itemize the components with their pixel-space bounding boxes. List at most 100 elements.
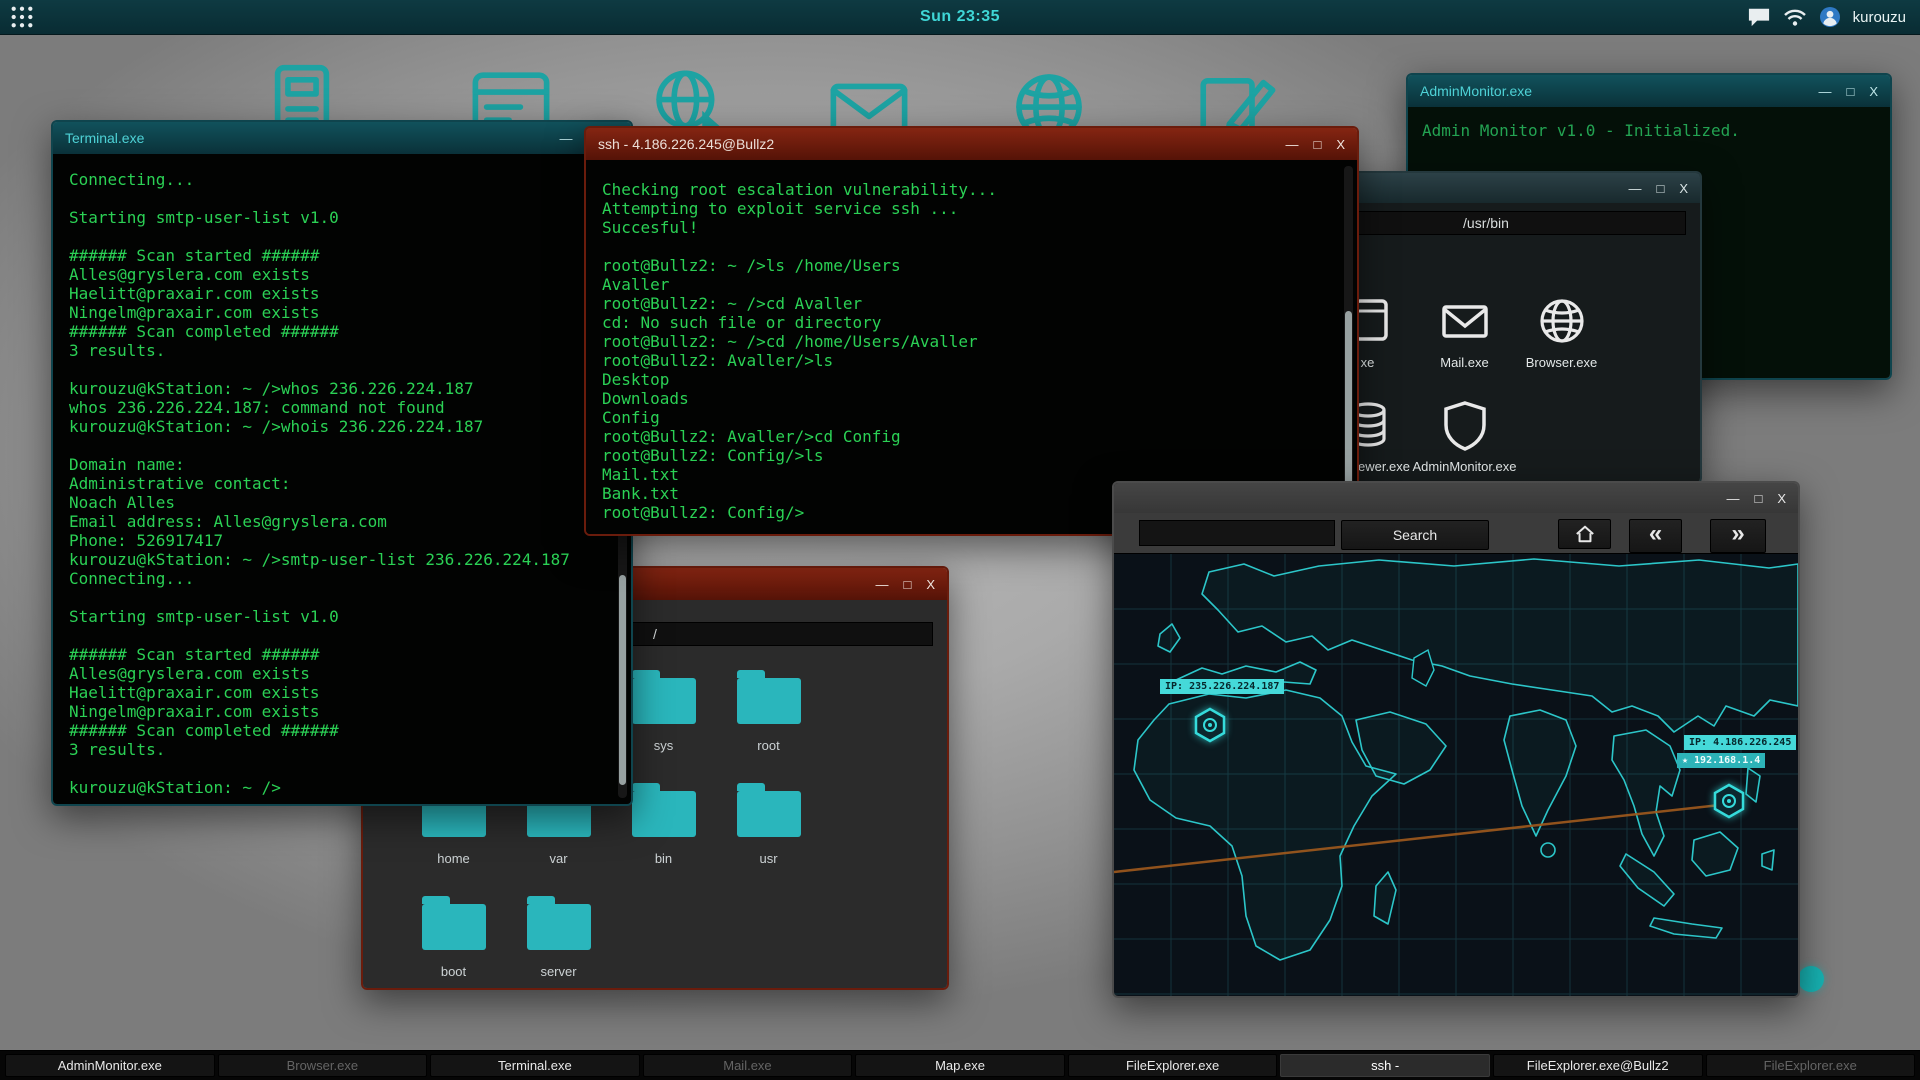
terminal-line: Desktop [602,370,1341,389]
terminal-line: 3 results. [69,740,615,759]
minimize-button[interactable]: — [1818,85,1831,98]
terminal-line: Attempting to exploit service ssh ... [602,199,1341,218]
map-view[interactable]: IP: 235.226.224.187 IP: 4.186.226.245 ★ … [1114,553,1798,996]
status-dot[interactable] [1798,966,1824,992]
map-search-button[interactable]: Search [1341,520,1489,550]
folder-item[interactable]: server [506,890,611,988]
folder-icon [737,791,801,837]
map-node-marker[interactable] [1711,783,1747,819]
folder-label: server [506,964,611,979]
terminal-line: Avaller [602,275,1341,294]
close-button[interactable]: X [926,578,935,591]
taskbar-item[interactable]: AdminMonitor.exe [5,1054,215,1077]
map-ip-label[interactable]: IP: 235.226.224.187 [1160,679,1284,694]
file-item[interactable]: Mail.exe [1416,295,1513,399]
taskbar-item[interactable]: Terminal.exe [430,1054,640,1077]
folder-item[interactable]: boot [401,890,506,988]
terminal-line: 3 results. [69,341,615,360]
terminal-line: ###### Scan completed ###### [69,322,615,341]
close-button[interactable]: X [1869,85,1878,98]
maximize-button[interactable]: □ [1846,85,1854,98]
file-label: Browser.exe [1526,355,1598,370]
folder-label: var [506,851,611,866]
terminal-line: Administrative contact: [69,474,615,493]
chat-icon[interactable] [1747,6,1771,28]
maximize-button[interactable]: □ [1754,492,1762,505]
close-button[interactable]: X [1679,182,1688,195]
browser-file-icon [1536,295,1588,347]
terminal-line: Connecting... [69,569,615,588]
terminal-lines: Connecting... Starting smtp-user-list v1.… [53,154,631,804]
terminal-line: Alles@gryslera.com exists [69,265,615,284]
terminal-line [69,436,615,455]
folder-item[interactable]: usr [716,777,821,890]
home-icon [1574,524,1596,544]
terminal-line: root@Bullz2: Avaller/>cd Config [602,427,1341,446]
map-toolbar: Search « » [1114,513,1798,553]
terminal-line: Noach Alles [69,493,615,512]
minimize-button[interactable]: — [875,578,888,591]
terminal-titlebar[interactable]: Terminal.exe — □ X [53,122,631,154]
terminal-line [69,360,615,379]
terminal-line: ###### Scan started ###### [69,246,615,265]
admin-monitor-status-line: Admin Monitor v1.0 - Initialized. [1422,121,1876,140]
folder-label: home [401,851,506,866]
taskbar-item[interactable]: FileExplorer.exe [1706,1054,1916,1077]
map-lan-label[interactable]: ★ 192.168.1.4 [1677,753,1765,768]
ssh-window: ssh - 4.186.226.245@Bullz2 — □ X Checkin… [584,126,1359,536]
folder-label: boot [401,964,506,979]
terminal-line [69,227,615,246]
taskbar-item[interactable]: FileExplorer.exe [1068,1054,1278,1077]
taskbar-item[interactable]: Mail.exe [643,1054,853,1077]
taskbar-item[interactable]: Map.exe [855,1054,1065,1077]
map-node-marker[interactable] [1192,707,1228,743]
terminal-line: whos 236.226.224.187: command not found [69,398,615,417]
terminal-line: Domain name: [69,455,615,474]
taskbar-item[interactable]: Browser.exe [218,1054,428,1077]
system-tray: kurouzu [1747,6,1920,28]
map-window: — □ X Search « » [1112,481,1800,998]
terminal-line [69,189,615,208]
ssh-titlebar[interactable]: ssh - 4.186.226.245@Bullz2 — □ X [586,128,1357,160]
terminal-line: Succesful! [602,218,1341,237]
map-home-button[interactable] [1558,519,1611,549]
file-item[interactable]: Browser.exe [1513,295,1610,399]
file-label: xe [1361,355,1375,370]
admin-monitor-titlebar[interactable]: AdminMonitor.exe — □ X [1408,75,1890,107]
map-ip-label[interactable]: IP: 4.186.226.245 [1684,735,1796,750]
terminal-line [69,759,615,778]
taskbar-item[interactable]: ssh - [1280,1054,1490,1077]
folder-label: root [716,738,821,753]
terminal-line: root@Bullz2: Config/>ls [602,446,1341,465]
clock: Sun 23:35 [0,8,1920,26]
minimize-button[interactable]: — [1726,492,1739,505]
maximize-button[interactable]: □ [1313,138,1321,151]
terminal-line: Email address: Alles@gryslera.com [69,512,615,531]
wifi-icon[interactable] [1783,7,1807,27]
map-titlebar[interactable]: — □ X [1114,483,1798,513]
ssh-scrollbar[interactable] [1344,166,1353,528]
terminal-scrollbar-thumb[interactable] [619,575,626,786]
close-button[interactable]: X [1777,492,1786,505]
map-search-input[interactable] [1139,520,1335,546]
taskbar-item[interactable]: FileExplorer.exe@Bullz2 [1493,1054,1703,1077]
terminal-line: Starting smtp-user-list v1.0 [69,208,615,227]
terminal-window: Terminal.exe — □ X Connecting... Starting… [51,120,633,806]
maximize-button[interactable]: □ [1656,182,1664,195]
minimize-button[interactable]: — [1628,182,1641,195]
map-forward-button[interactable]: » [1710,519,1766,553]
ssh-output[interactable]: Checking root escalation vulnerability..… [586,160,1357,534]
minimize-button[interactable]: — [559,132,572,145]
minimize-button[interactable]: — [1285,138,1298,151]
file-item[interactable]: AdminMonitor.exe [1416,399,1513,482]
terminal-line: Haelitt@praxair.com exists [69,284,615,303]
folder-icon [422,904,486,950]
close-button[interactable]: X [1336,138,1345,151]
folder-item[interactable]: root [716,664,821,777]
map-back-button[interactable]: « [1629,519,1682,553]
terminal-line [69,588,615,607]
terminal-output[interactable]: Connecting... Starting smtp-user-list v1.… [53,154,631,804]
maximize-button[interactable]: □ [903,578,911,591]
terminal-line: cd: No such file or directory [602,313,1341,332]
user-avatar-icon[interactable] [1819,6,1841,28]
